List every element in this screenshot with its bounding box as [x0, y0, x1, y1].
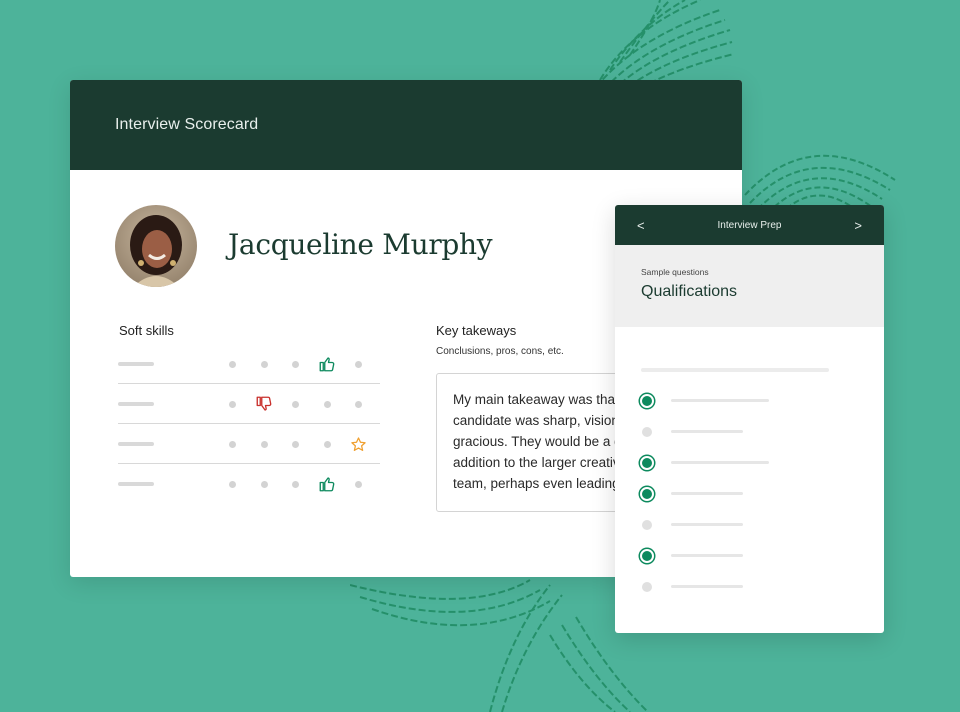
- skill-row: [118, 344, 380, 384]
- skill-name-placeholder: [118, 442, 154, 446]
- skill-row: [118, 424, 380, 464]
- prev-arrow-icon[interactable]: <: [637, 218, 645, 233]
- radio-unselected[interactable]: [642, 427, 652, 437]
- qualifications-title: Qualifications: [641, 283, 738, 300]
- prep-divider: [641, 368, 829, 372]
- prep-subheader: Sample questions Qualifications: [615, 245, 884, 327]
- radio-unselected[interactable]: [642, 582, 652, 592]
- rating-option[interactable]: [221, 344, 243, 384]
- rating-option[interactable]: [284, 344, 306, 384]
- question-item[interactable]: [637, 484, 867, 504]
- key-takeaways-label: Key takeways: [436, 323, 517, 338]
- question-item[interactable]: [637, 422, 867, 442]
- rating-option[interactable]: [284, 424, 306, 464]
- rating-option[interactable]: [221, 464, 243, 504]
- question-placeholder: [671, 399, 769, 402]
- skill-name-placeholder: [118, 402, 154, 406]
- rating-option[interactable]: [347, 464, 369, 504]
- prep-title: Interview Prep: [717, 219, 782, 231]
- star-icon[interactable]: [347, 424, 369, 464]
- question-placeholder: [671, 461, 769, 464]
- radio-selected[interactable]: [640, 456, 654, 470]
- rating-option[interactable]: [347, 344, 369, 384]
- rating-option[interactable]: [316, 424, 338, 464]
- rating-option[interactable]: [221, 384, 243, 424]
- key-takeaways-sublabel: Conclusions, pros, cons, etc.: [436, 346, 564, 357]
- skill-row: [118, 464, 380, 504]
- rating-option[interactable]: [221, 424, 243, 464]
- question-item[interactable]: [637, 546, 867, 566]
- next-arrow-icon[interactable]: >: [854, 218, 862, 233]
- rating-option[interactable]: [253, 424, 275, 464]
- scorecard-header: Interview Scorecard: [70, 80, 742, 170]
- candidate-name: Jacqueline Murphy: [228, 228, 493, 261]
- question-placeholder: [671, 492, 743, 495]
- question-placeholder: [671, 523, 743, 526]
- prep-header: < Interview Prep >: [615, 205, 884, 245]
- rating-option[interactable]: [253, 464, 275, 504]
- rating-option[interactable]: [316, 384, 338, 424]
- question-item[interactable]: [637, 391, 867, 411]
- question-item[interactable]: [637, 577, 867, 597]
- thumbs-down-icon[interactable]: [253, 384, 275, 424]
- rating-option[interactable]: [347, 384, 369, 424]
- radio-unselected[interactable]: [642, 520, 652, 530]
- radio-selected[interactable]: [640, 487, 654, 501]
- scorecard-title: Interview Scorecard: [115, 116, 259, 133]
- soft-skills-list: [118, 344, 380, 504]
- candidate-avatar: [115, 205, 197, 287]
- sample-questions-label: Sample questions: [641, 267, 709, 277]
- rating-option[interactable]: [253, 344, 275, 384]
- question-placeholder: [671, 585, 743, 588]
- radio-selected[interactable]: [640, 549, 654, 563]
- radio-selected[interactable]: [640, 394, 654, 408]
- thumbs-up-icon[interactable]: [316, 344, 338, 384]
- question-item[interactable]: [637, 515, 867, 535]
- interview-prep-panel: < Interview Prep > Sample questions Qual…: [615, 205, 884, 633]
- fingerprint-decoration-right: [744, 154, 896, 215]
- question-placeholder: [671, 554, 743, 557]
- thumbs-up-icon[interactable]: [316, 464, 338, 504]
- soft-skills-label: Soft skills: [119, 323, 174, 338]
- rating-option[interactable]: [284, 464, 306, 504]
- question-item[interactable]: [637, 453, 867, 473]
- skill-name-placeholder: [118, 482, 154, 486]
- rating-option[interactable]: [284, 384, 306, 424]
- skill-name-placeholder: [118, 362, 154, 366]
- question-placeholder: [671, 430, 743, 433]
- skill-row: [118, 384, 380, 424]
